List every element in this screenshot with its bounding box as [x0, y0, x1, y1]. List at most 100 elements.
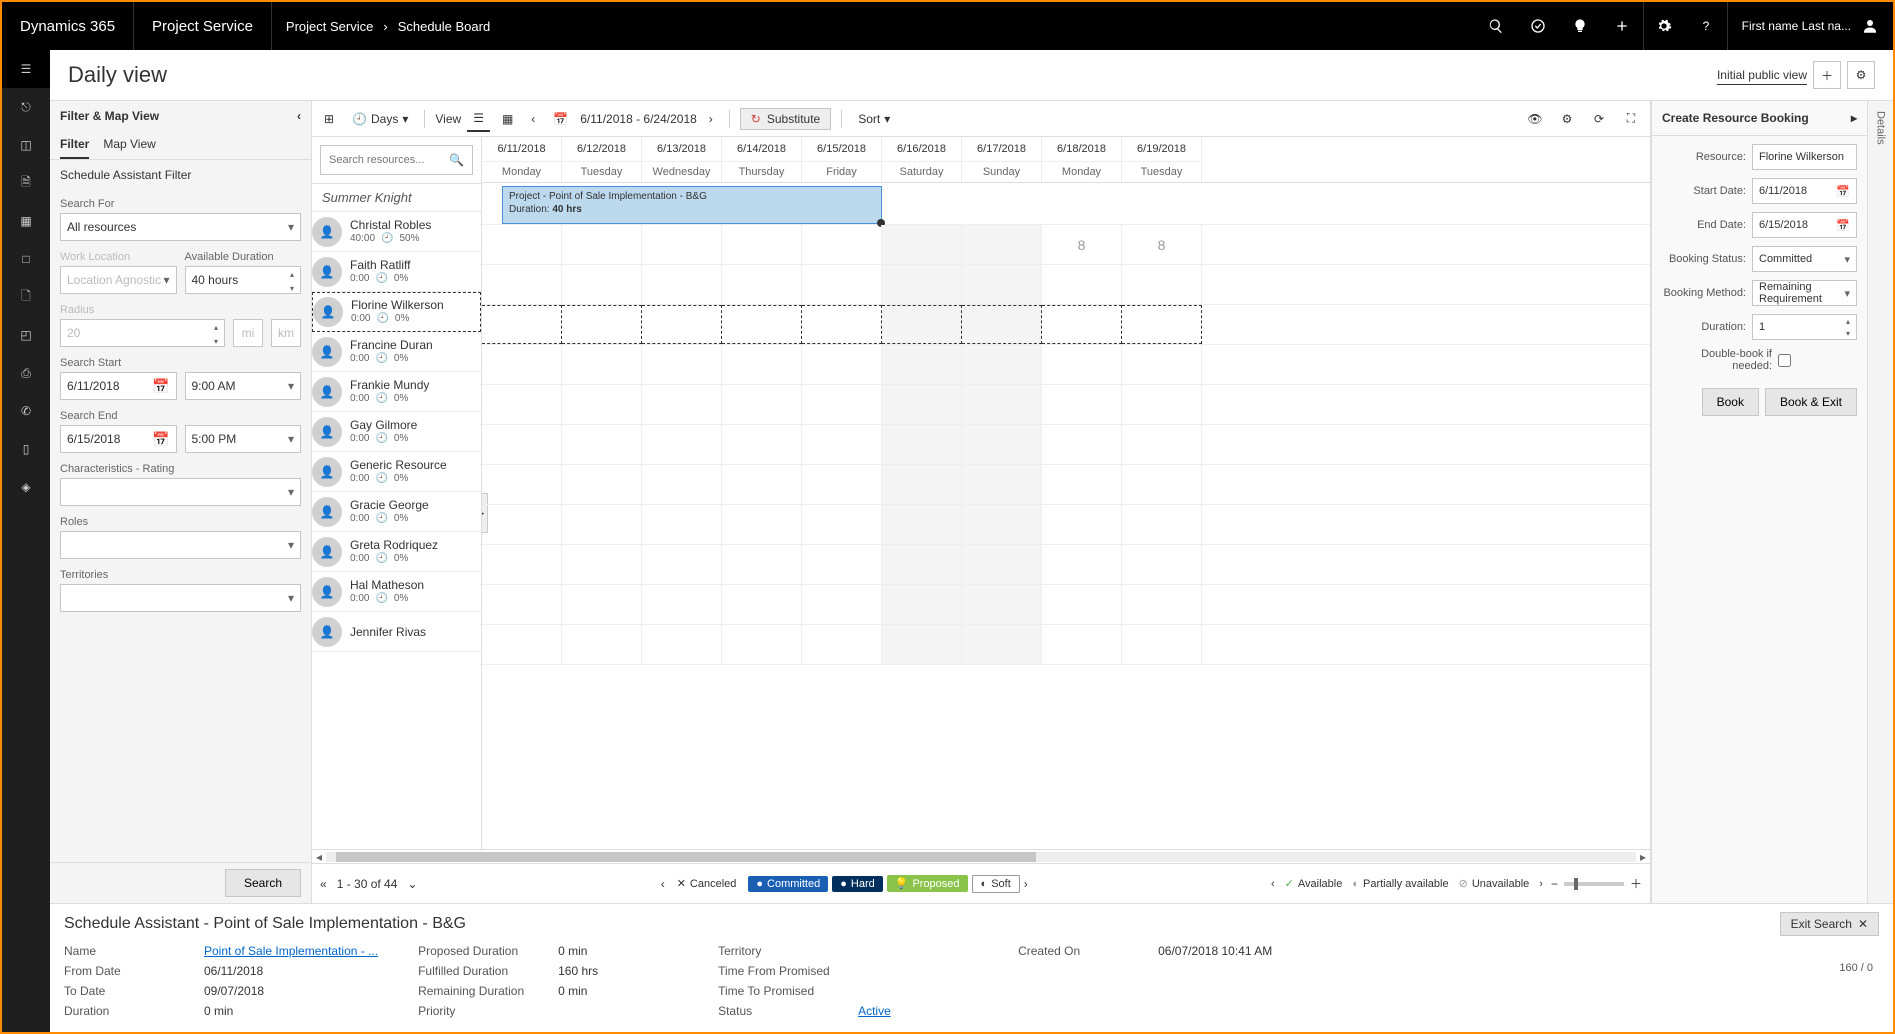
nav-item-8[interactable]: ⎙ — [2, 354, 50, 392]
user-menu[interactable]: First name Last na... — [1727, 2, 1893, 50]
grid-cell[interactable] — [962, 305, 1042, 344]
grid-cell[interactable]: 8 — [1042, 225, 1122, 264]
grid-cell[interactable] — [562, 225, 642, 264]
grid-cell[interactable] — [1042, 465, 1122, 504]
resource-input[interactable]: Florine Wilkerson — [1752, 144, 1857, 170]
grid-cell[interactable] — [642, 225, 722, 264]
grid-view-button[interactable]: ▦ — [496, 106, 519, 132]
breadcrumb-item[interactable]: Project Service — [286, 19, 373, 34]
resource-row[interactable]: 👤 Hal Matheson 0:00 🕘 0% — [312, 572, 481, 612]
resource-row[interactable]: 👤 Francine Duran 0:00 🕘 0% — [312, 332, 481, 372]
grid-cell[interactable] — [962, 265, 1042, 304]
scroll-right-icon[interactable]: ▸ — [1636, 850, 1650, 864]
grid-cell[interactable] — [642, 385, 722, 424]
grid-cell[interactable] — [642, 425, 722, 464]
grid-cell[interactable] — [642, 585, 722, 624]
resource-row[interactable]: 👤 Florine Wilkerson 0:00 🕘 0% — [312, 292, 481, 332]
tab-filter[interactable]: Filter — [60, 131, 89, 159]
grid-cell[interactable] — [642, 465, 722, 504]
grid-cell[interactable] — [642, 305, 722, 344]
end-date-input[interactable]: 6/15/2018📅 — [1752, 212, 1857, 238]
grid-row[interactable]: 88 — [482, 225, 1650, 265]
grid-cell[interactable] — [482, 265, 562, 304]
grid-cell[interactable] — [882, 505, 962, 544]
grid-cell[interactable] — [562, 345, 642, 384]
grid-cell[interactable] — [562, 305, 642, 344]
characteristics-select[interactable] — [60, 478, 301, 506]
grid-cell[interactable] — [642, 625, 722, 664]
grid-cell[interactable] — [1042, 385, 1122, 424]
grid-cell[interactable] — [1042, 265, 1122, 304]
calendar-picker-button[interactable]: 📅 — [547, 106, 574, 132]
legend-hard[interactable]: ● Hard — [832, 876, 883, 892]
resource-row[interactable]: 👤 Christal Robles 40:00 🕘 50% — [312, 212, 481, 252]
grid-cell[interactable] — [1122, 545, 1202, 584]
nav-item-10[interactable]: ▯ — [2, 430, 50, 468]
grid-cell[interactable] — [962, 545, 1042, 584]
search-icon[interactable]: 🔍 — [449, 153, 464, 167]
grid-cell[interactable] — [802, 225, 882, 264]
grid-row[interactable] — [482, 505, 1650, 545]
resource-row[interactable]: 👤 Frankie Mundy 0:00 🕘 0% — [312, 372, 481, 412]
grid-cell[interactable] — [1122, 465, 1202, 504]
grid-cell[interactable] — [1042, 425, 1122, 464]
grid-cell[interactable] — [722, 425, 802, 464]
book-exit-button[interactable]: Book & Exit — [1765, 388, 1857, 416]
grid-cell[interactable] — [482, 505, 562, 544]
grid-cell[interactable] — [1042, 625, 1122, 664]
grid-cell[interactable] — [1122, 505, 1202, 544]
avail-next-icon[interactable]: › — [1539, 878, 1543, 890]
zoom-out-icon[interactable]: − — [1551, 877, 1558, 891]
grid-cell[interactable] — [802, 305, 882, 344]
grid-cell[interactable] — [802, 425, 882, 464]
hamburger-icon[interactable]: ☰ — [2, 50, 50, 88]
search-start-time-select[interactable]: 9:00 AM — [185, 372, 302, 400]
status-link[interactable]: Active — [858, 1004, 891, 1018]
search-button[interactable]: Search — [225, 869, 301, 897]
resource-row[interactable]: 👤 Faith Ratliff 0:00 🕘 0% — [312, 252, 481, 292]
grid-cell[interactable] — [802, 265, 882, 304]
visibility-icon[interactable]: 👁 — [1522, 106, 1548, 132]
grid-cell[interactable] — [882, 625, 962, 664]
grid-cell[interactable] — [642, 505, 722, 544]
nav-item-5[interactable]: □ — [2, 240, 50, 278]
add-icon[interactable] — [1601, 2, 1643, 50]
grid-row[interactable] — [482, 545, 1650, 585]
grid-row[interactable] — [482, 265, 1650, 305]
grid-cell[interactable] — [722, 345, 802, 384]
grid-row[interactable] — [482, 465, 1650, 505]
grid-cell[interactable] — [802, 625, 882, 664]
grid-cell[interactable]: 8 — [1122, 225, 1202, 264]
grid-cell[interactable] — [1042, 545, 1122, 584]
legend-committed[interactable]: ● Committed — [748, 876, 828, 892]
calendar-icon[interactable]: 📅 — [152, 378, 169, 395]
next-button[interactable]: › — [703, 106, 719, 132]
grid-cell[interactable] — [722, 505, 802, 544]
territories-select[interactable] — [60, 584, 301, 612]
double-book-checkbox[interactable] — [1778, 354, 1791, 367]
grid-cell[interactable] — [882, 465, 962, 504]
grid-cell[interactable] — [962, 625, 1042, 664]
grid-cell[interactable] — [802, 505, 882, 544]
calendar-icon[interactable]: 📅 — [1836, 219, 1850, 232]
grid-cell[interactable] — [482, 385, 562, 424]
grid-cell[interactable] — [722, 585, 802, 624]
grid-cell[interactable] — [722, 465, 802, 504]
app-label[interactable]: Project Service — [134, 2, 272, 50]
expand-grid-icon[interactable]: ⊞ — [318, 106, 340, 132]
zoom-slider-thumb[interactable] — [1574, 878, 1578, 890]
legend-soft[interactable]: ◐ Soft — [972, 875, 1020, 893]
grid-cell[interactable] — [962, 505, 1042, 544]
grid-cell[interactable] — [562, 425, 642, 464]
grid-cell[interactable] — [962, 425, 1042, 464]
grid-cell[interactable] — [1122, 585, 1202, 624]
grid-cell[interactable] — [802, 465, 882, 504]
status-select[interactable]: Committed — [1752, 246, 1857, 272]
grid-cell[interactable] — [562, 625, 642, 664]
legend-next-icon[interactable]: › — [1024, 877, 1028, 891]
resource-row[interactable]: 👤 Gracie George 0:00 🕘 0% — [312, 492, 481, 532]
search-for-select[interactable]: All resources — [60, 213, 301, 241]
grid-cell[interactable] — [1042, 345, 1122, 384]
grid-row[interactable] — [482, 625, 1650, 665]
grid-cell[interactable] — [882, 225, 962, 264]
